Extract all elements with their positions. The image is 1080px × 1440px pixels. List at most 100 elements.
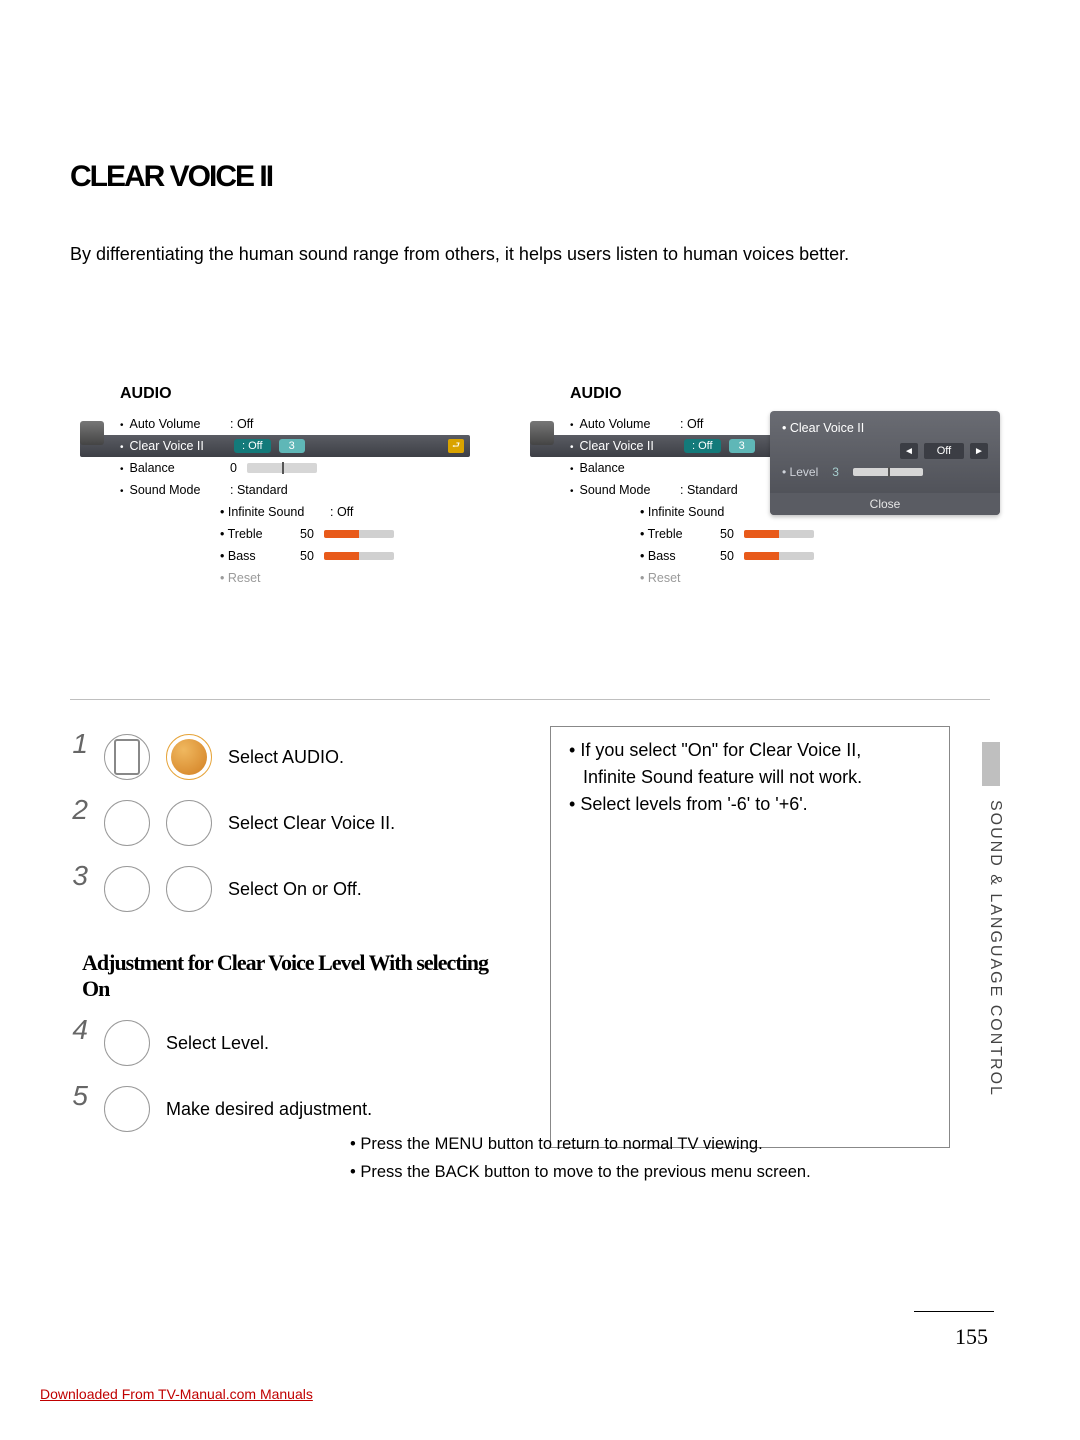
osd-label-text: Infinite Sound: [648, 505, 724, 519]
remote-circle-icon: [166, 800, 212, 846]
popup-title: • Clear Voice II: [782, 421, 988, 435]
osd-label: • Infinite Sound: [220, 505, 330, 519]
step-text: Select AUDIO.: [228, 747, 344, 768]
clear-voice-popup: • Clear Voice II ◄ Off ► • Level 3 Close: [770, 411, 1000, 515]
arrow-right-icon[interactable]: ►: [970, 443, 988, 459]
steps-column: 1 Select AUDIO. 2 Select Clear Voice II.…: [70, 730, 490, 1148]
osd-value: 50: [720, 527, 734, 541]
step-number: 5: [70, 1082, 88, 1110]
osd-value: : Off: [680, 417, 703, 431]
page-number-rule: [914, 1311, 994, 1312]
arrow-left-icon[interactable]: ◄: [900, 443, 918, 459]
osd-item-reset[interactable]: • Reset: [80, 567, 470, 589]
osd-label-text: Infinite Sound: [228, 505, 304, 519]
remote-circle-icon: [104, 800, 150, 846]
osd-label: Sound Mode: [570, 483, 680, 497]
remote-circle-icon: [166, 866, 212, 912]
osd-label: Sound Mode: [120, 483, 230, 497]
osd-row: AUDIO Auto Volume : Off Clear Voice II :…: [80, 385, 990, 589]
osd-label: Clear Voice II: [570, 439, 680, 453]
osd-item-sound-mode[interactable]: Sound Mode : Standard: [80, 479, 470, 501]
osd-label: • Reset: [220, 571, 261, 585]
osd-value: : Off: [230, 417, 253, 431]
osd-item-auto-volume[interactable]: Auto Volume : Off: [80, 413, 470, 435]
step-text: Select On or Off.: [228, 879, 362, 900]
step-5: 5 Make desired adjustment.: [70, 1082, 490, 1136]
treble-slider[interactable]: [744, 530, 814, 538]
balance-slider[interactable]: [247, 463, 317, 473]
osd-item-treble[interactable]: • Treble 50: [530, 523, 920, 545]
popup-level-label-text: Level: [790, 465, 819, 479]
osd-item-infinite-sound[interactable]: • Infinite Sound : Off: [80, 501, 470, 523]
note-line: Infinite Sound feature will not work.: [583, 764, 931, 791]
page-number: 155: [955, 1324, 988, 1350]
note-line: • If you select "On" for Clear Voice II,: [569, 737, 931, 764]
subsection-heading: Adjustment for Clear Voice Level With se…: [82, 950, 490, 1002]
popup-level-value: 3: [832, 465, 839, 479]
osd-item-clear-voice-highlighted[interactable]: Clear Voice II : Off 3 ⮐: [80, 435, 470, 457]
osd-item-bass[interactable]: • Bass 50: [80, 545, 470, 567]
popup-level-slider[interactable]: [853, 468, 923, 476]
step-2: 2 Select Clear Voice II.: [70, 796, 490, 850]
osd-value: 50: [300, 527, 314, 541]
osd-value: : Off: [330, 505, 353, 519]
osd-value-text: Off: [698, 440, 712, 452]
osd-value: 50: [300, 549, 314, 563]
osd-right: AUDIO Auto Volume : Off Clear Voice II :…: [530, 385, 920, 589]
osd-value: : Standard: [230, 483, 288, 497]
step-number: 1: [70, 730, 88, 758]
step-number: 2: [70, 796, 88, 824]
sidebar-section-label: SOUND & LANGUAGE CONTROL: [986, 800, 1004, 1097]
popup-close-button[interactable]: Close: [770, 493, 1000, 515]
speaker-icon: [530, 421, 554, 445]
speaker-icon: [80, 421, 104, 445]
step-text: Select Clear Voice II.: [228, 813, 395, 834]
popup-off-value: Off: [924, 443, 964, 459]
step-text: Make desired adjustment.: [166, 1099, 372, 1120]
footer-notes: Press the MENU button to return to norma…: [350, 1130, 811, 1186]
osd-label: • Infinite Sound: [640, 505, 750, 519]
osd-value-pill: : Off: [684, 439, 721, 453]
enter-icon[interactable]: ⮐: [448, 439, 464, 453]
osd-item-reset[interactable]: • Reset: [530, 567, 920, 589]
remote-circle-icon: [104, 866, 150, 912]
side-tab: [982, 742, 1000, 786]
osd-item-balance[interactable]: Balance 0: [80, 457, 470, 479]
page-title: CLEAR VOICE II: [70, 160, 990, 194]
note-text: If you select "On" for Clear Voice II,: [580, 740, 861, 760]
popup-title-text: Clear Voice II: [790, 421, 864, 435]
bass-slider[interactable]: [744, 552, 814, 560]
treble-slider[interactable]: [324, 530, 394, 538]
remote-circle-icon: [104, 1086, 150, 1132]
remote-circle-icon: [104, 1020, 150, 1066]
osd-label: • Reset: [640, 571, 681, 585]
remote-pad-icon: [104, 734, 150, 780]
osd-label: Clear Voice II: [120, 439, 230, 453]
osd-label: • Bass: [640, 549, 720, 563]
osd-item-treble[interactable]: • Treble 50: [80, 523, 470, 545]
osd-label: Auto Volume: [570, 417, 680, 431]
osd-left: AUDIO Auto Volume : Off Clear Voice II :…: [80, 385, 470, 589]
step-number: 3: [70, 862, 88, 890]
step-3: 3 Select On or Off.: [70, 862, 490, 916]
footer-line: Press the MENU button to return to norma…: [350, 1130, 811, 1158]
note-box: • If you select "On" for Clear Voice II,…: [550, 726, 950, 1148]
osd-value-text: Off: [248, 440, 262, 452]
osd-label: Balance: [570, 461, 680, 475]
osd-label-text: Bass: [228, 549, 256, 563]
footer-line: Press the BACK button to move to the pre…: [350, 1158, 811, 1186]
osd-label: • Treble: [220, 527, 300, 541]
bass-slider[interactable]: [324, 552, 394, 560]
osd-value: 50: [720, 549, 734, 563]
divider: [70, 699, 990, 700]
step-number: 4: [70, 1016, 88, 1044]
intro-text: By differentiating the human sound range…: [70, 244, 990, 265]
osd-heading: AUDIO: [120, 385, 470, 403]
download-link[interactable]: Downloaded From TV-Manual.com Manuals: [40, 1386, 313, 1402]
osd-value: : Standard: [680, 483, 738, 497]
osd-label: • Bass: [220, 549, 300, 563]
remote-ok-icon: [166, 734, 212, 780]
osd-label-text: Treble: [228, 527, 263, 541]
popup-toggle-row: ◄ Off ►: [782, 443, 988, 459]
osd-item-bass[interactable]: • Bass 50: [530, 545, 920, 567]
